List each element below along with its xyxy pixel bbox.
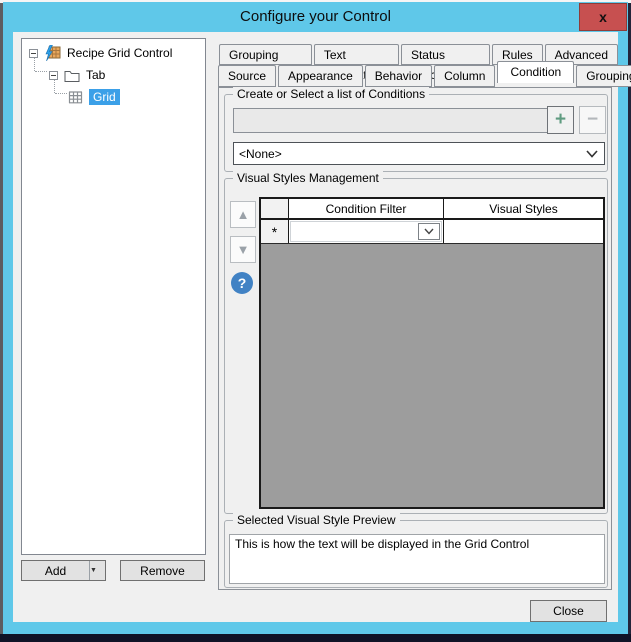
preview-groupbox: Selected Visual Style Preview This is ho…: [224, 520, 608, 588]
question-mark-icon: ?: [238, 275, 247, 291]
help-button[interactable]: ?: [231, 272, 253, 294]
control-tree-panel: Recipe Grid Control Tab: [21, 38, 206, 555]
tab-appearance[interactable]: Appearance: [278, 65, 363, 87]
tree-item-label: Tab: [86, 68, 105, 82]
tree-item-label-selected: Grid: [89, 89, 120, 105]
tree-connector: [55, 93, 67, 94]
tree-item-tab[interactable]: Tab: [49, 66, 105, 84]
condition-filter-combobox-value: [291, 222, 417, 241]
conditions-groupbox: Create or Select a list of Conditions + …: [224, 94, 608, 172]
preview-groupbox-title: Selected Visual Style Preview: [233, 513, 400, 527]
condition-name-input[interactable]: [233, 108, 571, 133]
chevron-down-icon[interactable]: ▼: [90, 567, 105, 574]
title-bar[interactable]: Configure your Control: [3, 2, 628, 32]
grid-new-row[interactable]: *: [261, 220, 603, 244]
grid-corner-cell: [261, 199, 289, 218]
visual-styles-groupbox-title: Visual Styles Management: [233, 171, 383, 185]
conditions-groupbox-title: Create or Select a list of Conditions: [233, 87, 429, 101]
grid-header-condition-filter: Condition Filter: [289, 199, 444, 218]
collapse-toggle-icon[interactable]: [29, 49, 38, 58]
grid-cell-visual-styles[interactable]: [444, 220, 603, 243]
tab-grouping-range[interactable]: Grouping Range: [219, 44, 312, 65]
tab-behavior[interactable]: Behavior: [365, 65, 432, 87]
tab-condition[interactable]: Condition: [497, 61, 574, 83]
add-button[interactable]: Add ▼: [21, 560, 106, 581]
remove-button-label: Remove: [140, 564, 185, 578]
tab-text-translator[interactable]: Text Translator: [314, 44, 399, 65]
condition-list-dropdown-value: <None>: [239, 147, 282, 161]
preview-text: This is how the text will be displayed i…: [235, 537, 529, 551]
arrow-down-icon: ▼: [237, 242, 250, 257]
visual-styles-groupbox: Visual Styles Management ▲ ▼ ? Condition…: [224, 178, 608, 514]
tree-item-grid[interactable]: Grid: [68, 88, 120, 106]
dialog-window: Configure your Control x: [3, 2, 628, 634]
minus-icon: −: [587, 109, 598, 131]
remove-condition-button[interactable]: −: [579, 106, 606, 134]
collapse-toggle-icon[interactable]: [49, 71, 58, 80]
new-row-marker: *: [272, 224, 277, 240]
tree-item-label: Recipe Grid Control: [67, 46, 172, 60]
grid-header-visual-styles: Visual Styles: [444, 199, 603, 218]
tab-source[interactable]: Source: [218, 65, 276, 87]
close-button-label: Close: [553, 604, 584, 618]
dialog-body: Recipe Grid Control Tab: [13, 32, 618, 622]
chevron-down-icon[interactable]: [418, 223, 440, 240]
grid-icon: [68, 91, 83, 104]
tab-status-indicator[interactable]: Status Indicator: [401, 44, 490, 65]
remove-button[interactable]: Remove: [120, 560, 205, 581]
close-button[interactable]: Close: [530, 600, 607, 622]
folder-icon: [64, 69, 80, 82]
plus-icon: +: [555, 109, 566, 131]
condition-list-dropdown[interactable]: <None>: [233, 142, 605, 165]
window-close-button[interactable]: x: [579, 3, 627, 31]
visual-style-preview: This is how the text will be displayed i…: [229, 534, 605, 584]
desktop-background-bottom: [0, 634, 631, 642]
tab-strip-row-2: Source Appearance Behavior Column Condit…: [218, 65, 631, 87]
arrow-up-icon: ▲: [237, 207, 250, 222]
add-condition-button[interactable]: +: [547, 106, 574, 134]
move-up-button[interactable]: ▲: [230, 201, 256, 228]
screen: Configure your Control x: [0, 0, 631, 642]
recipe-grid-control-icon: [44, 45, 61, 61]
window-title: Configure your Control: [240, 8, 391, 25]
condition-filter-combobox[interactable]: [290, 221, 442, 242]
tree-item-recipe-grid-control[interactable]: Recipe Grid Control: [29, 44, 172, 62]
tab-grouping[interactable]: Grouping: [576, 65, 631, 87]
visual-styles-grid: Condition Filter Visual Styles *: [259, 197, 605, 509]
grid-row-header: *: [261, 220, 289, 243]
grid-header-row: Condition Filter Visual Styles: [261, 199, 603, 220]
tab-column[interactable]: Column: [434, 65, 495, 87]
close-x-icon: x: [599, 9, 607, 25]
chevron-down-icon: [586, 150, 598, 158]
move-down-button[interactable]: ▼: [230, 236, 256, 263]
grid-cell-condition-filter[interactable]: [289, 220, 444, 243]
add-button-label: Add: [22, 564, 89, 578]
tree-connector: [35, 71, 47, 72]
